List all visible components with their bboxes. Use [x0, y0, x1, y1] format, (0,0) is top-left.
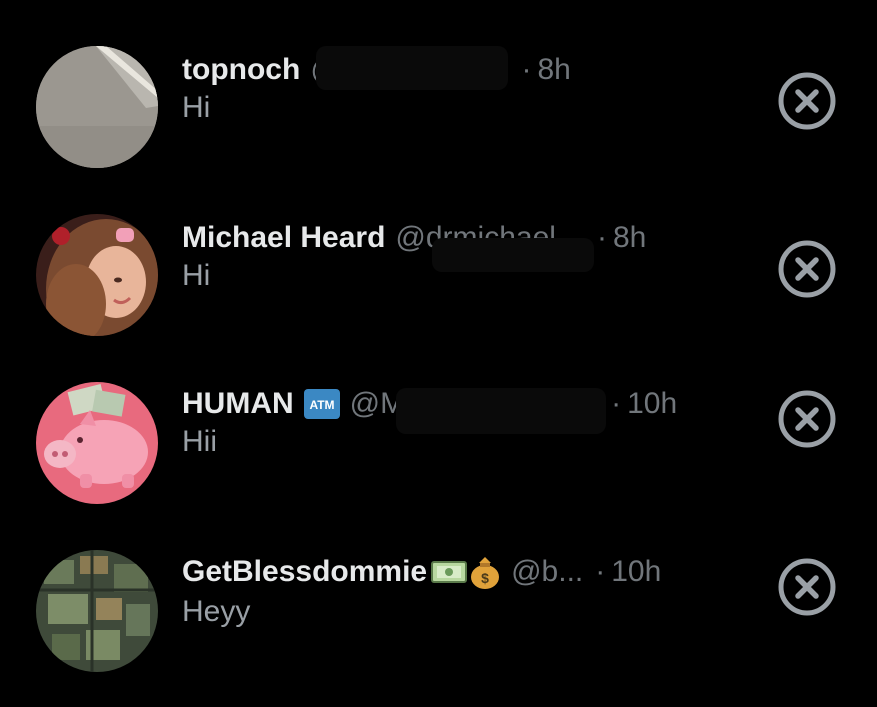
sender-name[interactable]: Michael Heard [182, 220, 385, 256]
separator-dot: · [595, 555, 606, 588]
svg-text:ATM: ATM [309, 398, 334, 412]
sender-name[interactable]: HUMAN [182, 386, 294, 422]
message-preview: Hi [182, 91, 211, 124]
message-preview: Hii [182, 425, 217, 458]
redaction-mark [432, 238, 594, 272]
money-bag-emoji: $ [469, 555, 501, 589]
sender-name[interactable]: GetBlessdommie [182, 554, 427, 590]
message-row[interactable]: topnoch @i · 8h Hi [0, 46, 877, 170]
message-preview: Heyy [182, 595, 251, 628]
close-icon[interactable] [778, 240, 836, 298]
piggy-bank-avatar[interactable] [36, 382, 158, 504]
message-header: GetBlessdommie $ @b... · 10h [182, 554, 661, 590]
timestamp: 10h [611, 555, 662, 588]
message-row[interactable]: GetBlessdommie $ @b... · 10h Heyy [0, 550, 877, 674]
timestamp: 8h [612, 221, 647, 254]
separator-dot: · [596, 221, 607, 254]
atm-badge-icon: ATM [303, 389, 340, 419]
selfie-photo-avatar[interactable] [36, 214, 158, 336]
message-row[interactable]: Michael Heard @drmichael... · 8h Hi [0, 214, 877, 338]
timestamp: 10h [627, 387, 678, 420]
separator-dot: · [611, 387, 622, 420]
separator-dot: · [521, 53, 532, 86]
timestamp: 8h [537, 53, 571, 86]
money-bills-emoji [431, 558, 468, 586]
wall-photo-avatar[interactable] [36, 46, 158, 168]
sender-name[interactable]: topnoch [182, 52, 300, 88]
svg-text:$: $ [481, 570, 489, 586]
close-icon[interactable] [778, 558, 836, 616]
close-icon[interactable] [778, 390, 836, 448]
green-map-avatar[interactable] [36, 550, 158, 672]
close-icon[interactable] [778, 72, 836, 130]
sender-handle: @b... [511, 555, 584, 588]
redaction-mark [396, 388, 606, 434]
message-row[interactable]: HUMAN ATM @M · 10h Hii [0, 382, 877, 506]
message-preview: Hi [182, 259, 211, 292]
redaction-mark [316, 46, 508, 90]
